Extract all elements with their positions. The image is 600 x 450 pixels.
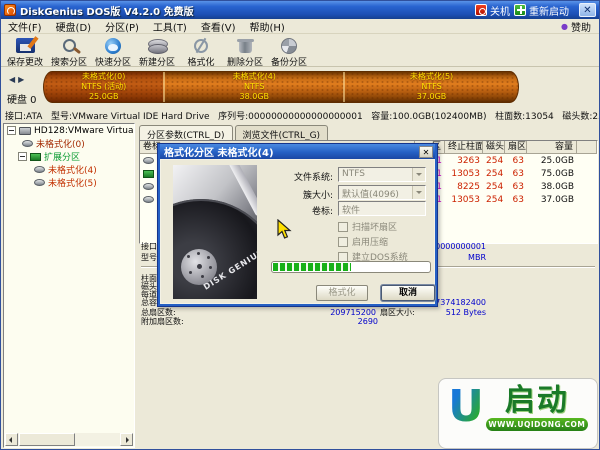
shutdown-label: 关机 [490, 6, 510, 18]
backup-partition-icon [281, 37, 297, 54]
tree-item-hd128[interactable]: HD128:VMware Virtual IDE H [4, 124, 134, 137]
partition-icon [143, 183, 154, 190]
filesystem-label: 文件系统: [293, 173, 333, 183]
sponsor-label: 赞助 [571, 22, 591, 34]
search-partition-button[interactable]: 搜索分区 [47, 37, 91, 68]
shutdown-button[interactable]: 关机 [475, 3, 510, 18]
uqidong-brand-text: 启动 [504, 383, 569, 418]
sponsor-link[interactable]: ● 赞助 [561, 19, 591, 34]
format-button-toolbar[interactable]: 格式化 [179, 37, 223, 68]
window-title: DiskGenius DOS版 V4.2.0 免费版 [20, 6, 194, 18]
sector-size-label: 扇区大小: [380, 308, 415, 317]
scan-bad-sectors-checkbox[interactable]: 扫描坏扇区 [338, 220, 397, 233]
mouse-cursor [277, 219, 292, 239]
quick-partition-icon [105, 37, 121, 54]
uqidong-u-logo: U [448, 385, 484, 448]
diskgenius-app-icon [4, 4, 16, 16]
tree-item-extended[interactable]: 扩展分区 [4, 150, 134, 163]
dialog-title: 格式化分区 未格式化(4) [164, 148, 274, 159]
menu-partition[interactable]: 分区(P) [98, 18, 146, 35]
hard-drive-photo: DISK GENIUS [173, 165, 257, 299]
partition-icon [143, 157, 154, 164]
enable-compression-checkbox[interactable]: 启用压缩 [338, 235, 388, 248]
tree-horizontal-scrollbar[interactable] [5, 433, 133, 446]
tree-item-unformatted-5[interactable]: 未格式化(5) [4, 176, 134, 189]
power-icon [475, 4, 487, 16]
cluster-size-label: 簇大小: [302, 191, 333, 201]
format-confirm-button[interactable]: 格式化 [316, 285, 368, 301]
disk-tree-panel: HD128:VMware Virtual IDE H 未格式化(0) 扩展分区 … [3, 123, 135, 448]
disk-nav-arrows[interactable]: ◀▶ [9, 75, 27, 84]
harddisk-icon [19, 126, 31, 135]
extended-partition-icon [143, 169, 154, 178]
restart-button[interactable]: 重新启动 [514, 3, 569, 18]
checkbox-icon [338, 251, 348, 262]
new-partition-button[interactable]: 新建分区 [135, 37, 179, 68]
close-window-button[interactable]: ✕ [579, 3, 596, 17]
titlebar: DiskGenius DOS版 V4.2.0 免费版 关机 重新启动 ✕ [1, 1, 599, 19]
format-progress-bar [271, 261, 431, 273]
format-icon [194, 38, 208, 53]
volume-label-label: 卷标: [311, 207, 333, 217]
menu-help[interactable]: 帮助(H) [243, 18, 292, 35]
partition-block-2[interactable]: 未格式化(5) NTFS 37.0GB [343, 72, 518, 102]
extended-partition-icon [30, 152, 41, 161]
menubar: 文件(F) 硬盘(D) 分区(P) 工具(T) 查看(V) 帮助(H) ● 赞助 [1, 19, 599, 34]
total-sectors-label: 总扇区数: [141, 308, 176, 317]
format-partition-dialog: 格式化分区 未格式化(4) ✕ DISK GENIUS 文件系统: NTFS 簇… [157, 143, 438, 307]
partition-icon [34, 179, 45, 186]
search-partition-icon [62, 39, 76, 52]
menu-view[interactable]: 查看(V) [194, 18, 243, 35]
sponsor-dot-icon: ● [561, 21, 568, 31]
uqidong-url: WWW.UQIDONG.COM [485, 418, 588, 431]
scrollbar-thumb[interactable] [19, 433, 75, 446]
partition-icon [34, 166, 45, 173]
tree-item-unformatted-0[interactable]: 未格式化(0) [4, 137, 134, 150]
chevron-down-icon [412, 186, 425, 199]
new-partition-icon [148, 38, 168, 54]
partition-block-0[interactable]: 未格式化(0) NTFS (活动) 25.0GB [44, 72, 164, 102]
app-window: DiskGenius DOS版 V4.2.0 免费版 关机 重新启动 ✕ 文件(… [0, 0, 600, 450]
restart-label: 重新启动 [529, 6, 569, 18]
tree-item-unformatted-4[interactable]: 未格式化(4) [4, 163, 134, 176]
extra-sectors-label: 附加扇区数: [141, 317, 184, 326]
menu-disk[interactable]: 硬盘(D) [49, 18, 99, 35]
uqidong-watermark: U 启动 WWW.UQIDONG.COM [438, 378, 598, 449]
total-sectors-value: 209715200 [330, 308, 376, 317]
save-changes-icon [15, 38, 35, 53]
toolbar: 保存更改 搜索分区 快速分区 新建分区 格式化 删除分区 备份分区 [1, 35, 599, 68]
chevron-down-icon [412, 168, 425, 181]
checkbox-icon [338, 236, 348, 247]
menu-file[interactable]: 文件(F) [1, 18, 49, 35]
sector-size-value: 512 Bytes [445, 308, 486, 317]
dialog-close-button[interactable]: ✕ [419, 145, 433, 158]
partition-icon [22, 140, 33, 147]
volume-label-input[interactable]: 软件 [338, 201, 426, 216]
filesystem-select[interactable]: NTFS [338, 167, 426, 182]
menu-tools[interactable]: 工具(T) [146, 18, 194, 35]
partition-block-1[interactable]: 未格式化(4) NTFS 38.0GB [163, 72, 344, 102]
delete-partition-button[interactable]: 删除分区 [223, 37, 267, 68]
extra-sectors-value: 2690 [357, 317, 378, 326]
dialog-titlebar: 格式化分区 未格式化(4) ✕ [160, 144, 435, 159]
quick-partition-button[interactable]: 快速分区 [91, 37, 135, 68]
disk-cylinder-bar: 未格式化(0) NTFS (活动) 25.0GB 未格式化(4) NTFS 38… [43, 71, 519, 103]
scroll-right-arrow[interactable] [120, 433, 133, 446]
disk-label: 硬盘 0 [7, 95, 37, 106]
scroll-left-arrow[interactable] [5, 433, 18, 446]
backup-partition-button[interactable]: 备份分区 [267, 37, 311, 68]
partition-icon [143, 196, 154, 203]
delete-partition-icon [236, 38, 254, 53]
restart-icon [514, 4, 526, 16]
disk-overview: ◀▶ 硬盘 0 未格式化(0) NTFS (活动) 25.0GB 未格式化(4)… [1, 67, 599, 107]
save-changes-button[interactable]: 保存更改 [3, 37, 47, 68]
cancel-button[interactable]: 取消 [381, 285, 435, 301]
progress-fill [273, 263, 351, 271]
cluster-size-select[interactable]: 默认值(4096) [338, 185, 426, 200]
checkbox-icon [338, 221, 348, 232]
collapse-icon[interactable] [18, 152, 27, 161]
disk-info-line: 接口:ATA 型号:VMware Virtual IDE Hard Drive … [5, 112, 599, 121]
collapse-icon[interactable] [7, 126, 16, 135]
